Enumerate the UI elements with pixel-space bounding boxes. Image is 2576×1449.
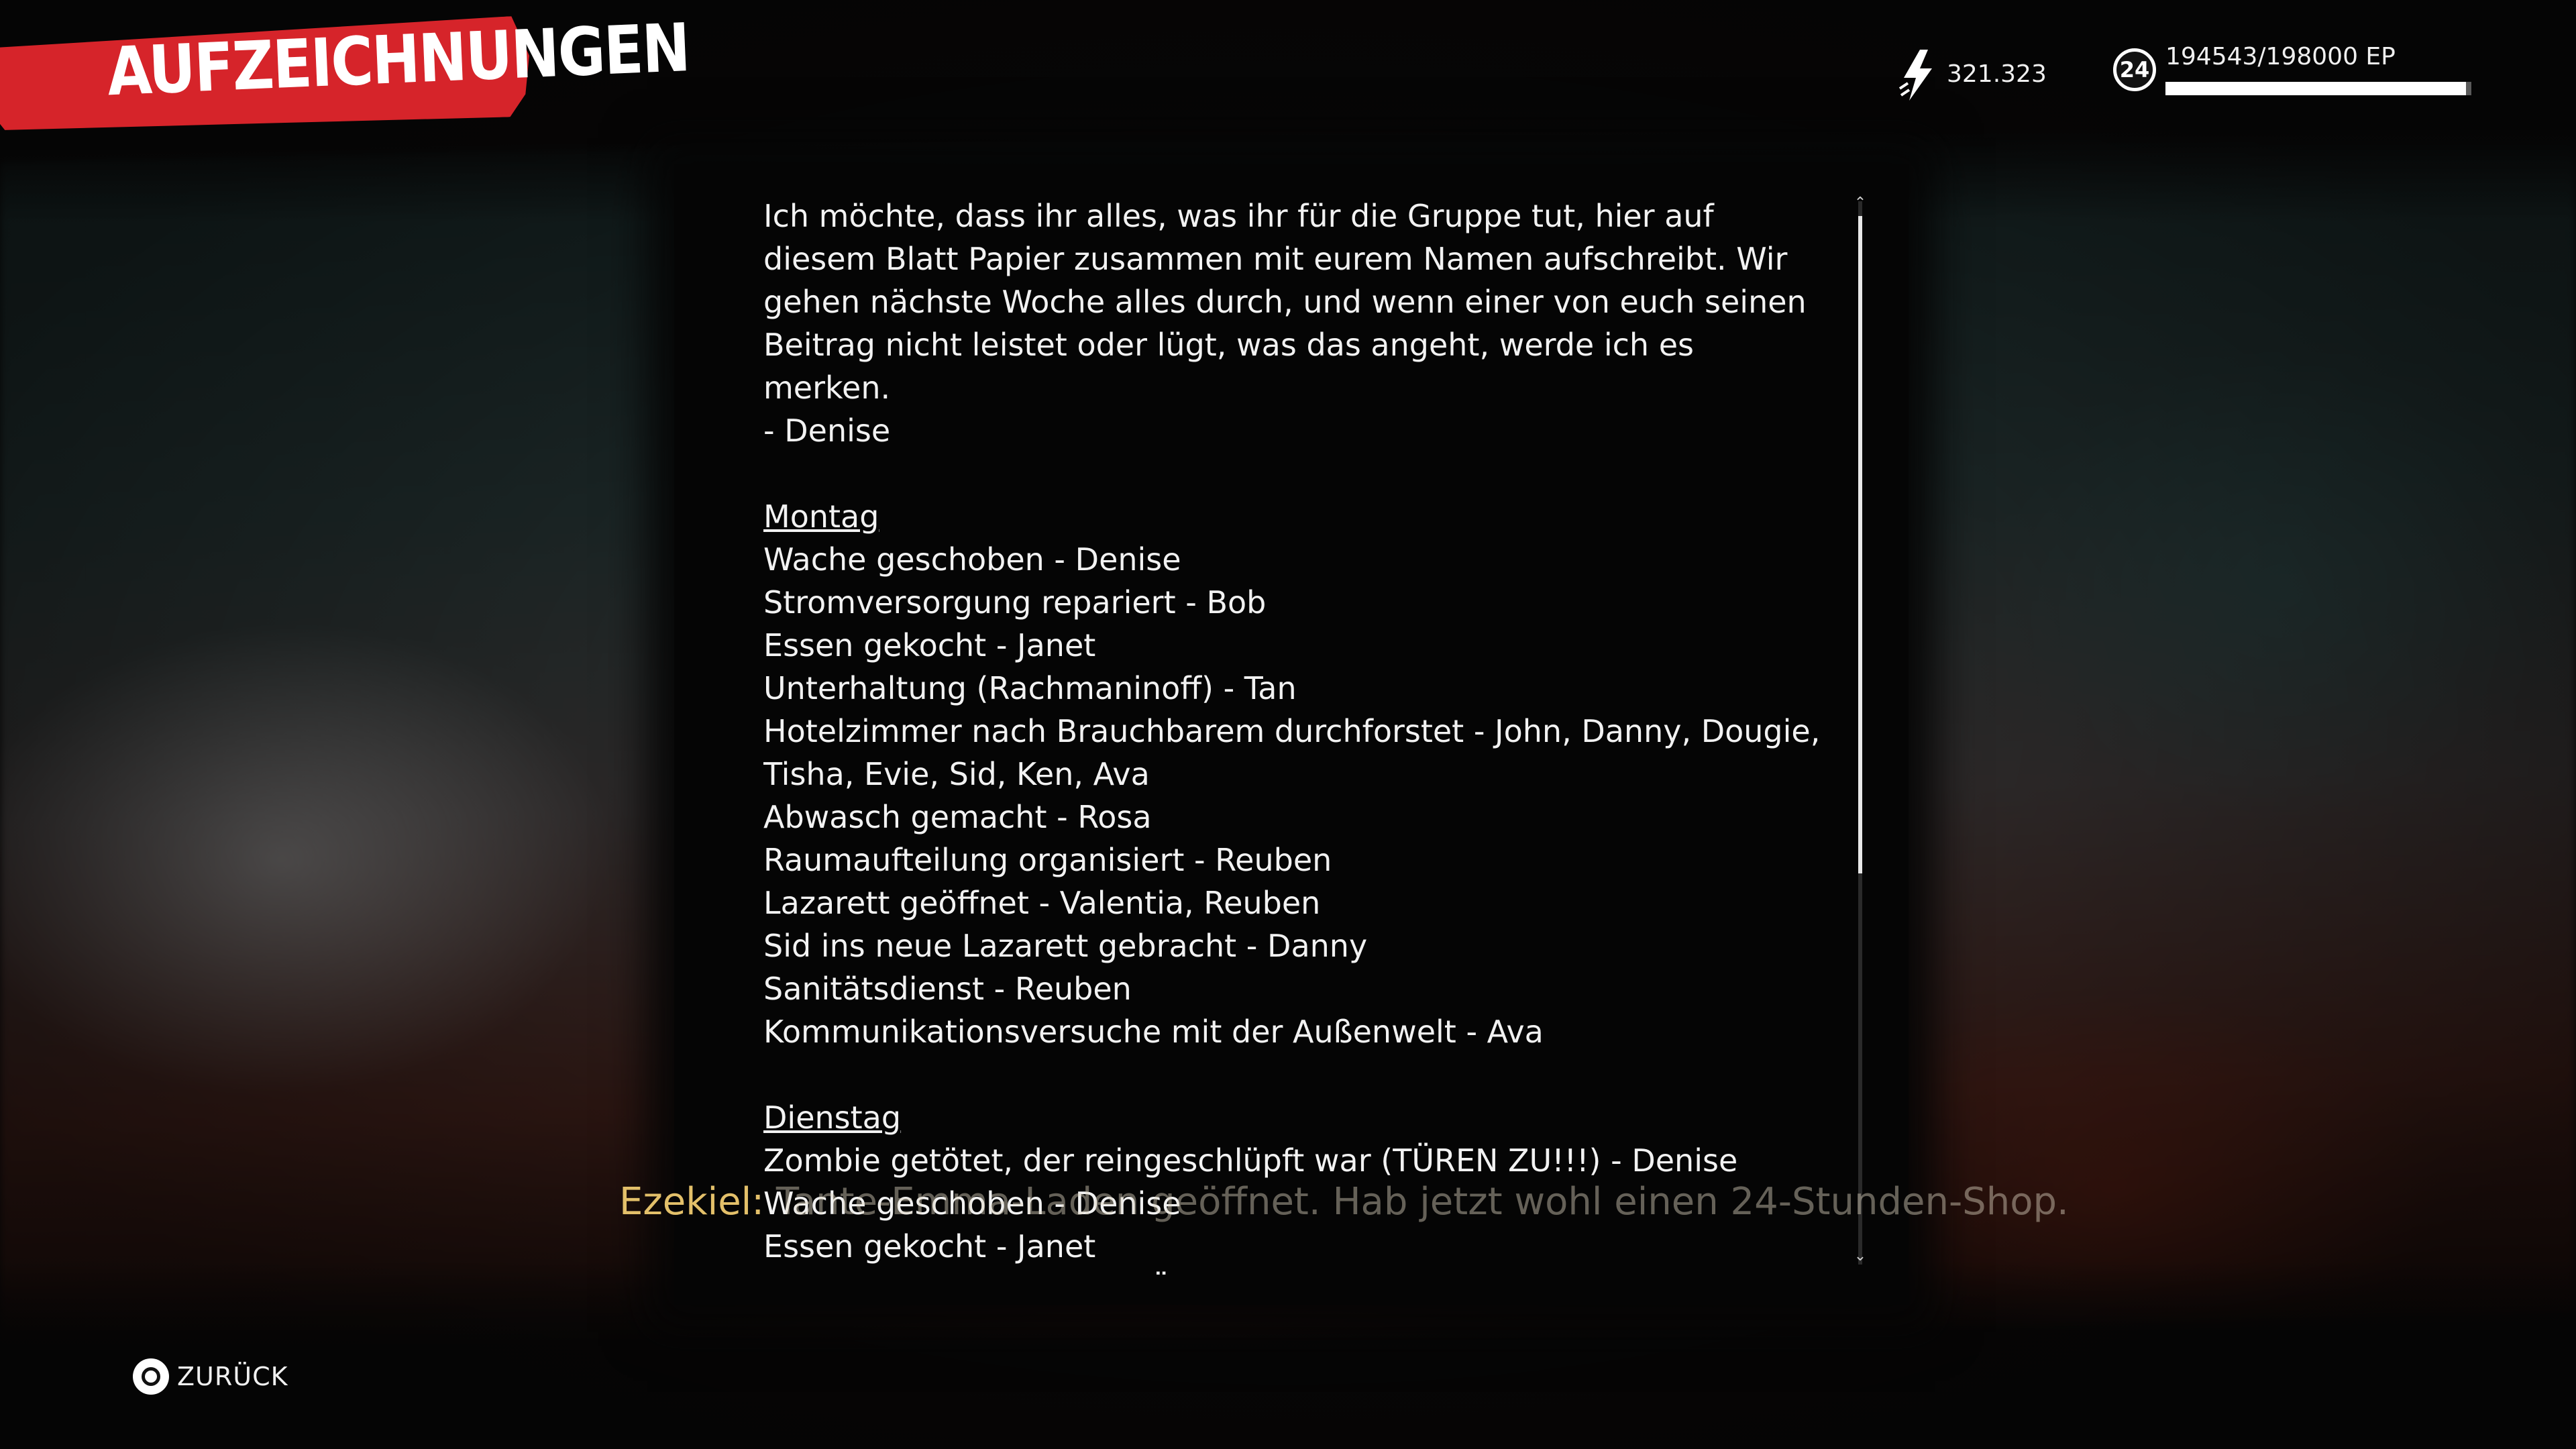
xp-text: 194543/198000 EP <box>2165 43 2396 70</box>
note-intro: Ich möchte, dass ihr alles, was ihr für … <box>763 198 1807 406</box>
note-entry: Raumaufteilung organisiert - Reuben <box>763 842 1332 878</box>
xp-progress-bar <box>2165 82 2471 95</box>
note-days: Montag Wache geschoben - Denise Stromverso… <box>763 495 1830 1275</box>
subtitle-speaker: Ezekiel: <box>619 1180 765 1224</box>
note-entry: Hotelzimmer nach Brauchbarem durchforste… <box>763 713 1821 792</box>
note-entry: Essen gekocht - Janet <box>763 1228 1096 1265</box>
note-entry: Sanitätsdienst - Reuben <box>763 971 1132 1007</box>
lightning-icon <box>1897 48 1937 105</box>
day-heading: Dienstag <box>763 1099 902 1136</box>
circle-button-icon <box>133 1358 169 1395</box>
note-content[interactable]: Ich möchte, dass ihr alles, was ihr für … <box>763 195 1830 1275</box>
note-entry: Stromversorgung repariert - Bob <box>763 584 1267 621</box>
note-entry: Lazarett geöffnet - Valentia, Reuben <box>763 885 1321 921</box>
scroll-down-icon[interactable]: ⌄ <box>1853 1249 1868 1264</box>
note-entry: Unterhaltung (Rachmaninoff) - Tan <box>763 670 1297 706</box>
note-signature: - Denise <box>763 413 891 449</box>
back-label: ZURÜCK <box>177 1362 288 1391</box>
day-heading: Montag <box>763 498 879 535</box>
xp-progress-fill <box>2165 82 2467 95</box>
dialogue-subtitle: Ezekiel: Tante-Emma-Laden geöffnet. Hab … <box>619 1175 2069 1229</box>
level-badge-icon: 24 <box>2113 48 2156 91</box>
back-button[interactable]: ZURÜCK <box>133 1356 288 1397</box>
note-entry: Kommunikationsversuche mit der Außenwelt… <box>763 1014 1544 1050</box>
scrollbar-thumb[interactable] <box>1858 216 1862 873</box>
note-entry: Wache geschoben - Denise <box>763 541 1181 578</box>
currency-value: 321.323 <box>1947 60 2047 88</box>
note-entry: Abwasch gemacht - Rosa <box>763 799 1152 835</box>
note-entry: Sid ins neue Lazarett gebracht - Danny <box>763 928 1368 964</box>
scrollbar[interactable] <box>1858 201 1862 1265</box>
note-entry: Aufzüge blockiert (Keine Überraschungen … <box>763 1268 1830 1275</box>
subtitle-text: Tante-Emma-Laden geöffnet. Hab jetzt woh… <box>775 1180 2069 1224</box>
note-entry: Essen gekocht - Janet <box>763 627 1096 663</box>
